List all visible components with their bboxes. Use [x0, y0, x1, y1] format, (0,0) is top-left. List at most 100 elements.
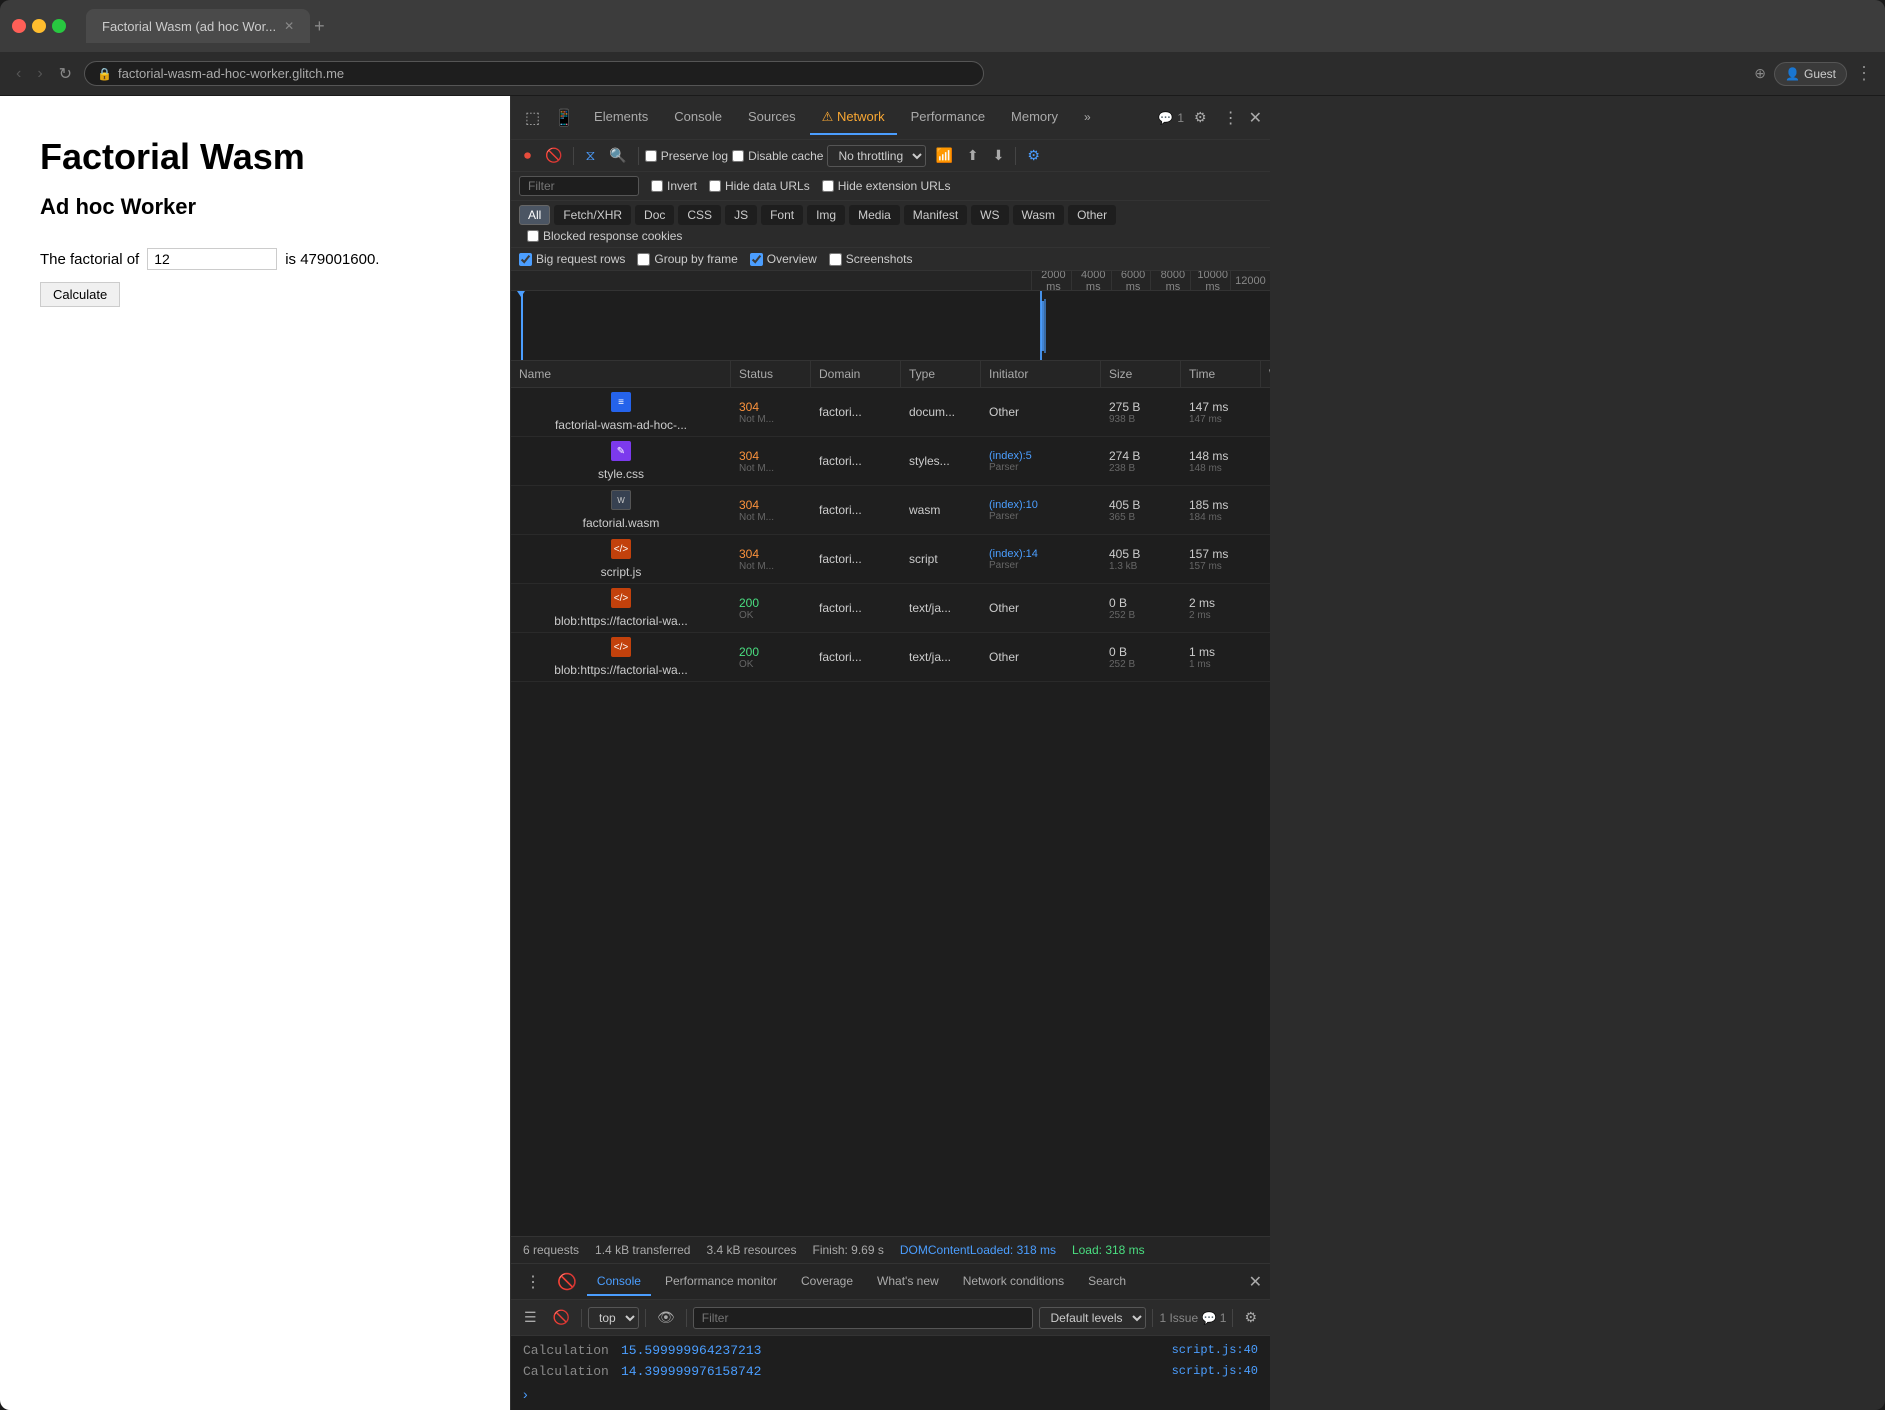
console-tab-search[interactable]: Search — [1078, 1268, 1136, 1296]
filter-other[interactable]: Other — [1068, 205, 1116, 225]
settings-cog-btn[interactable]: ⚙ — [1022, 144, 1045, 167]
preserve-log-checkbox[interactable] — [645, 150, 657, 162]
table-row[interactable]: </> script.js 304 Not M... factori... sc… — [511, 535, 1270, 584]
th-type[interactable]: Type — [901, 361, 981, 387]
filter-fetch-xhr[interactable]: Fetch/XHR — [554, 205, 631, 225]
filter-button[interactable]: ⧖ — [580, 144, 600, 167]
throttle-select[interactable]: No throttling — [827, 145, 926, 167]
overview-checkbox[interactable] — [750, 253, 763, 266]
console-sidebar-btn[interactable]: ☰ — [519, 1306, 542, 1329]
devtools-inspect-btn[interactable]: ⬚ — [519, 104, 546, 132]
disable-cache-label[interactable]: Disable cache — [732, 149, 823, 163]
invert-label[interactable]: Invert — [651, 179, 697, 193]
blocked-response-cookies-label[interactable]: Blocked response cookies — [527, 229, 682, 243]
filter-ws[interactable]: WS — [971, 205, 1008, 225]
th-name[interactable]: Name — [511, 361, 731, 387]
network-conditions-btn[interactable]: 📶 — [930, 144, 957, 167]
eye-btn[interactable]: 👁 — [652, 1306, 680, 1329]
console-tab-performance-monitor[interactable]: Performance monitor — [655, 1268, 787, 1296]
filter-css[interactable]: CSS — [678, 205, 721, 225]
table-row[interactable]: ✎ style.css 304 Not M... factori... styl… — [511, 437, 1270, 486]
big-request-rows-label[interactable]: Big request rows — [519, 252, 625, 266]
export-har-btn[interactable]: ⬇ — [988, 144, 1010, 167]
timeline-graph[interactable] — [511, 291, 1270, 361]
disable-cache-checkbox[interactable] — [732, 150, 744, 162]
th-domain[interactable]: Domain — [811, 361, 901, 387]
th-size[interactable]: Size — [1101, 361, 1181, 387]
big-request-rows-checkbox[interactable] — [519, 253, 532, 266]
group-by-frame-checkbox[interactable] — [637, 253, 650, 266]
filter-font[interactable]: Font — [761, 205, 803, 225]
devtools-device-btn[interactable]: 📱 — [548, 104, 580, 132]
customize-button[interactable]: ⋮ — [1217, 104, 1245, 132]
console-source-1[interactable]: script.js:40 — [1172, 1343, 1258, 1357]
calculate-button[interactable]: Calculate — [40, 282, 120, 307]
console-expand-btn[interactable]: ⋮ — [519, 1268, 547, 1296]
screenshots-label[interactable]: Screenshots — [829, 252, 913, 266]
preserve-log-label[interactable]: Preserve log — [645, 149, 728, 163]
table-row[interactable]: ≡ factorial-wasm-ad-hoc-... 304 Not M...… — [511, 388, 1270, 437]
table-row[interactable]: W factorial.wasm 304 Not M... factori...… — [511, 486, 1270, 535]
filter-input[interactable] — [519, 176, 639, 196]
settings-button[interactable]: ⚙ — [1188, 105, 1213, 130]
tab-sources[interactable]: Sources — [736, 101, 808, 134]
console-close-btn[interactable]: ✕ — [1249, 1272, 1262, 1292]
th-time[interactable]: Time — [1181, 361, 1261, 387]
filter-js[interactable]: JS — [725, 205, 757, 225]
maximize-traffic-light[interactable] — [52, 19, 66, 33]
search-button[interactable]: 🔍 — [604, 144, 631, 167]
console-filter-input[interactable] — [693, 1307, 1034, 1329]
hide-ext-urls-label[interactable]: Hide extension URLs — [822, 179, 951, 193]
table-row[interactable]: </> blob:https://factorial-wa... 200 OK … — [511, 633, 1270, 682]
console-tab-network-conditions[interactable]: Network conditions — [953, 1268, 1074, 1296]
filter-wasm[interactable]: Wasm — [1013, 205, 1065, 225]
clear-button[interactable]: 🚫 — [540, 144, 567, 167]
invert-checkbox[interactable] — [651, 180, 663, 192]
forward-button[interactable]: › — [33, 61, 46, 87]
minimize-traffic-light[interactable] — [32, 19, 46, 33]
import-har-btn[interactable]: ⬆ — [962, 144, 984, 167]
console-prompt[interactable]: › — [511, 1382, 1270, 1406]
close-traffic-light[interactable] — [12, 19, 26, 33]
filter-img[interactable]: Img — [807, 205, 845, 225]
new-tab-button[interactable]: + — [314, 16, 325, 37]
filter-media[interactable]: Media — [849, 205, 900, 225]
tab-console[interactable]: Console — [662, 101, 734, 134]
levels-select[interactable]: Default levels — [1039, 1307, 1146, 1329]
devtools-close-button[interactable]: ✕ — [1249, 108, 1262, 128]
context-select[interactable]: top — [588, 1307, 639, 1329]
console-tab-whats-new[interactable]: What's new — [867, 1268, 949, 1296]
tab-memory[interactable]: Memory — [999, 101, 1070, 134]
blocked-response-cookies-checkbox[interactable] — [527, 230, 539, 242]
th-waterfall[interactable]: Waterfall — [1261, 361, 1270, 387]
guest-button[interactable]: 👤 Guest — [1774, 62, 1847, 86]
record-button[interactable]: ⏺ — [519, 144, 536, 167]
table-row[interactable]: </> blob:https://factorial-wa... 200 OK … — [511, 584, 1270, 633]
address-bar[interactable]: 🔒 factorial-wasm-ad-hoc-worker.glitch.me — [84, 61, 984, 86]
back-button[interactable]: ‹ — [12, 61, 25, 87]
th-status[interactable]: Status — [731, 361, 811, 387]
tab-more[interactable]: » — [1072, 102, 1103, 134]
zoom-btn[interactable]: ⊕ — [1754, 65, 1766, 82]
console-clear-btn[interactable]: 🚫 — [551, 1268, 583, 1296]
filter-all[interactable]: All — [519, 205, 550, 225]
reload-button[interactable]: ↻ — [55, 60, 76, 88]
browser-tab[interactable]: Factorial Wasm (ad hoc Wor... ✕ — [86, 9, 310, 43]
overview-label[interactable]: Overview — [750, 252, 817, 266]
th-initiator[interactable]: Initiator — [981, 361, 1101, 387]
console-source-2[interactable]: script.js:40 — [1172, 1364, 1258, 1378]
filter-doc[interactable]: Doc — [635, 205, 674, 225]
hide-data-urls-checkbox[interactable] — [709, 180, 721, 192]
tab-network[interactable]: Network — [810, 101, 897, 135]
factorial-input[interactable] — [147, 248, 277, 270]
console-settings-btn[interactable]: ⚙ — [1239, 1306, 1262, 1329]
more-options-button[interactable]: ⋮ — [1855, 63, 1873, 84]
tab-elements[interactable]: Elements — [582, 101, 660, 134]
console-clear2-btn[interactable]: 🚫 — [548, 1306, 575, 1329]
group-by-frame-label[interactable]: Group by frame — [637, 252, 737, 266]
hide-data-urls-label[interactable]: Hide data URLs — [709, 179, 810, 193]
tab-performance[interactable]: Performance — [899, 101, 997, 134]
filter-manifest[interactable]: Manifest — [904, 205, 967, 225]
screenshots-checkbox[interactable] — [829, 253, 842, 266]
tab-close-btn[interactable]: ✕ — [284, 19, 294, 33]
